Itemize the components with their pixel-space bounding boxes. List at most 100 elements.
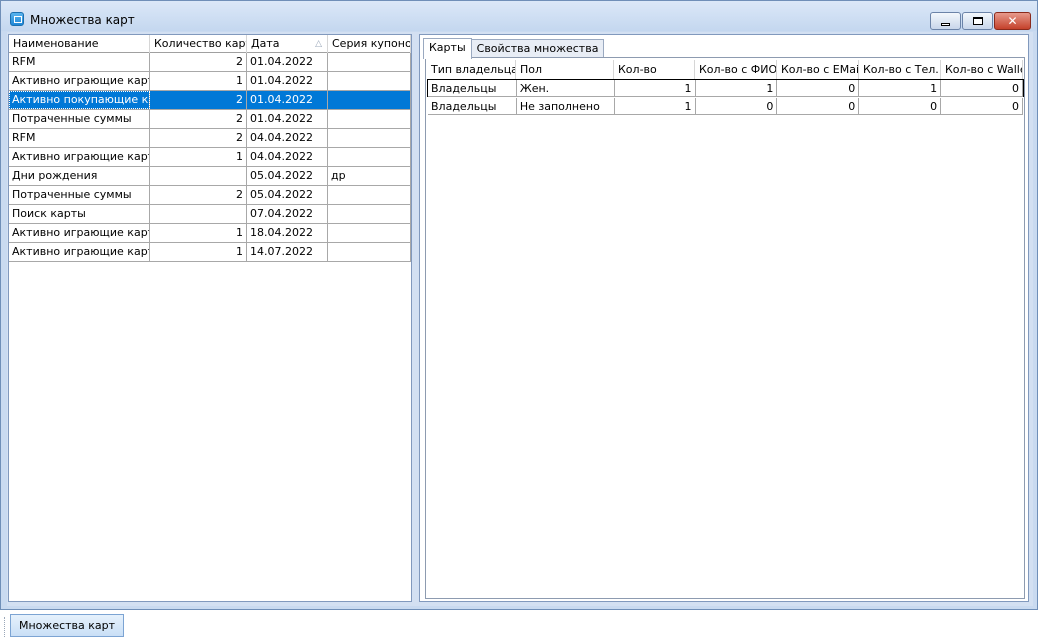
tab-set-properties[interactable]: Свойства множества — [470, 39, 605, 58]
cell-qty-email[interactable]: 0 — [777, 80, 860, 97]
table-row[interactable]: Потраченные суммы 2 05.04.2022 — [9, 186, 411, 205]
cell-date[interactable]: 05.04.2022 — [247, 186, 328, 204]
cell-date[interactable]: 14.07.2022 — [247, 243, 328, 261]
cell-qty-phone[interactable]: 0 — [859, 98, 942, 115]
cell-name[interactable]: Активно играющие карты — [9, 224, 150, 242]
maximize-icon — [972, 17, 983, 25]
cell-coupon-series[interactable] — [328, 148, 411, 166]
grid-header: Наименование Количество карт Дата △ Серия… — [9, 35, 411, 53]
table-row[interactable]: RFM 2 04.04.2022 — [9, 129, 411, 148]
cell-coupon-series[interactable] — [328, 72, 411, 90]
cell-count[interactable]: 1 — [150, 224, 247, 242]
cell-count[interactable]: 1 — [150, 72, 247, 90]
cell-name[interactable]: Дни рождения — [9, 167, 150, 185]
tab-cards[interactable]: Карты — [423, 38, 472, 59]
cell-coupon-series[interactable] — [328, 243, 411, 261]
column-header-count[interactable]: Количество карт — [150, 35, 247, 53]
cell-count[interactable]: 2 — [150, 186, 247, 204]
cell-count[interactable]: 2 — [150, 91, 247, 109]
tab-page-cards: Тип владельца Пол Кол-во Кол-во с ФИО Ко… — [425, 57, 1025, 599]
column-header-qty-fio[interactable]: Кол-во с ФИО — [695, 60, 777, 79]
cell-qty[interactable]: 1 — [614, 98, 696, 115]
close-button[interactable]: ✕ — [994, 12, 1031, 30]
cell-name[interactable]: Активно играющие карты1 — [9, 243, 150, 261]
maximize-button[interactable] — [962, 12, 993, 30]
cell-date[interactable]: 01.04.2022 — [247, 72, 328, 90]
owners-grid-header: Тип владельца Пол Кол-во Кол-во с ФИО Ко… — [427, 60, 1024, 79]
window-client-area: Наименование Количество карт Дата △ Серия… — [7, 32, 1033, 606]
column-header-qty-phone[interactable]: Кол-во с Тел. — [859, 60, 941, 79]
table-row[interactable]: Поиск карты 07.04.2022 — [9, 205, 411, 224]
cell-name[interactable]: RFM — [9, 129, 150, 147]
cell-owner-type[interactable]: Владельцы — [428, 80, 517, 97]
column-header-date[interactable]: Дата △ — [247, 35, 328, 53]
cell-qty[interactable]: 1 — [614, 80, 696, 97]
cell-count[interactable]: 1 — [150, 243, 247, 261]
cell-date[interactable]: 05.04.2022 — [247, 167, 328, 185]
cell-coupon-series[interactable] — [328, 129, 411, 147]
cell-qty-email[interactable]: 0 — [777, 98, 860, 115]
cell-coupon-series[interactable] — [328, 205, 411, 223]
column-header-coupon-series[interactable]: Серия купонов — [328, 35, 411, 53]
cell-gender[interactable]: Жен. — [516, 80, 615, 97]
table-row[interactable]: Активно играющие карты 1 18.04.2022 — [9, 224, 411, 243]
table-row[interactable]: Потраченные суммы 2 01.04.2022 — [9, 110, 411, 129]
cell-qty-wallet[interactable]: 0 — [941, 80, 1023, 97]
cell-owner-type[interactable]: Владельцы — [428, 98, 517, 115]
column-header-qty[interactable]: Кол-во — [614, 60, 695, 79]
cell-coupon-series[interactable] — [328, 224, 411, 242]
tab-strip: Карты Свойства множества — [423, 38, 605, 59]
table-row[interactable]: Активно играющие карты 1 04.04.2022 — [9, 148, 411, 167]
cell-name[interactable]: RFM — [9, 53, 150, 71]
cell-qty-fio[interactable]: 1 — [695, 80, 778, 97]
table-row[interactable]: Дни рождения 05.04.2022 др — [9, 167, 411, 186]
cell-name[interactable]: Активно играющие карты — [9, 72, 150, 90]
grid-body: RFM 2 01.04.2022 Активно играющие карты 1 01.… — [9, 53, 411, 262]
taskbar: Множества карт — [0, 610, 1038, 640]
table-row[interactable]: Активно играющие карты 1 01.04.2022 — [9, 72, 411, 91]
cell-name[interactable]: Активно покупающие карт — [9, 91, 150, 109]
title-bar[interactable]: Множества карт ✕ — [1, 1, 1037, 31]
cell-coupon-series[interactable]: др — [328, 167, 411, 185]
cell-name[interactable]: Потраченные суммы — [9, 110, 150, 128]
table-row[interactable]: Активно играющие карты1114.07.2022 — [9, 243, 411, 262]
cell-count[interactable]: 1 — [150, 148, 247, 166]
cell-date[interactable]: 07.04.2022 — [247, 205, 328, 223]
cell-gender[interactable]: Не заполнено — [516, 98, 615, 115]
cell-coupon-series[interactable] — [328, 186, 411, 204]
cell-date[interactable]: 01.04.2022 — [247, 53, 328, 71]
cell-qty-wallet[interactable]: 0 — [941, 98, 1023, 115]
cell-count[interactable]: 2 — [150, 53, 247, 71]
cell-count[interactable] — [150, 167, 247, 185]
column-header-gender[interactable]: Пол — [516, 60, 614, 79]
table-row[interactable]: RFM 2 01.04.2022 — [9, 53, 411, 72]
card-sets-grid[interactable]: Наименование Количество карт Дата △ Серия… — [8, 34, 412, 602]
cell-date[interactable]: 01.04.2022 — [247, 110, 328, 128]
cell-coupon-series[interactable] — [328, 91, 411, 109]
cell-date[interactable]: 18.04.2022 — [247, 224, 328, 242]
cell-name[interactable]: Активно играющие карты — [9, 148, 150, 166]
cell-count[interactable] — [150, 205, 247, 223]
minimize-icon — [941, 22, 950, 26]
column-header-owner-type[interactable]: Тип владельца — [427, 60, 516, 79]
minimize-button[interactable] — [930, 12, 961, 30]
cell-qty-fio[interactable]: 0 — [695, 98, 778, 115]
taskbar-window-button[interactable]: Множества карт — [10, 614, 125, 637]
cell-count[interactable]: 2 — [150, 129, 247, 147]
table-row[interactable]: Активно покупающие карт201.04.2022 — [9, 91, 411, 110]
table-row[interactable]: Владельцы Не заполнено 1 0 0 0 0 — [427, 97, 1024, 115]
details-panel: Карты Свойства множества Тип владельца П… — [419, 34, 1029, 602]
column-header-name[interactable]: Наименование — [9, 35, 150, 53]
cell-name[interactable]: Поиск карты — [9, 205, 150, 223]
column-header-qty-email[interactable]: Кол-во с EMail — [777, 60, 859, 79]
column-header-qty-wallet[interactable]: Кол-во с Wallet — [941, 60, 1023, 79]
cell-count[interactable]: 2 — [150, 110, 247, 128]
cell-date[interactable]: 01.04.2022 — [247, 91, 328, 109]
table-row[interactable]: Владельцы Жен. 1 1 0 1 0 — [427, 79, 1024, 97]
cell-name[interactable]: Потраченные суммы — [9, 186, 150, 204]
cell-qty-phone[interactable]: 1 — [859, 80, 942, 97]
cell-date[interactable]: 04.04.2022 — [247, 148, 328, 166]
cell-coupon-series[interactable] — [328, 110, 411, 128]
cell-coupon-series[interactable] — [328, 53, 411, 71]
cell-date[interactable]: 04.04.2022 — [247, 129, 328, 147]
